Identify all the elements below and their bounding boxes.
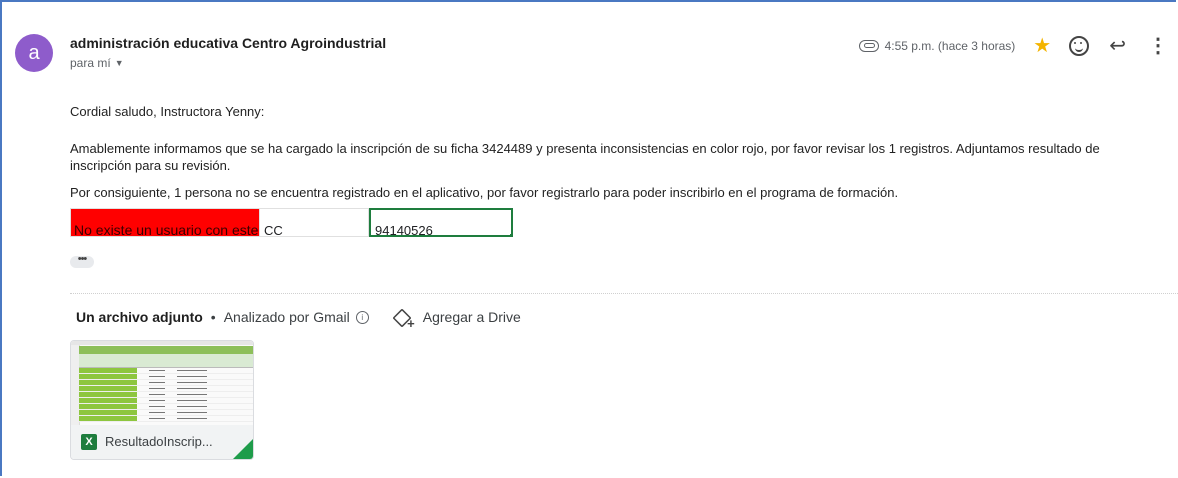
error-table: No existe un usuario con este CC 9414052… [70,208,513,238]
add-to-drive-button[interactable]: Agregar a Drive [391,307,521,331]
attachment-icon [858,40,879,52]
attachments-count: Un archivo adjunto [76,309,203,325]
message-meta: 4:55 p.m. (hace 3 horas) ★ ↩ ⋮ [858,36,1178,56]
table-cell-doc-type: CC [260,208,369,237]
sender-name: administración educativa Centro Agroindu… [70,35,387,51]
table-cell-doc-number: 94140526 [369,208,513,237]
add-to-drive-label: Agregar a Drive [422,309,521,325]
more-options-icon[interactable]: ⋮ [1148,36,1168,56]
star-icon[interactable]: ★ [1033,36,1051,56]
greeting-text: Cordial saludo, Instructora Yenny: [70,104,265,119]
emoji-reaction-icon[interactable] [1069,36,1090,56]
excel-file-icon: X [81,434,97,450]
attachment-card[interactable]: X ResultadoInscrip... [70,340,254,460]
sender-avatar[interactable]: a [15,34,53,72]
body-paragraph-2: Por consiguiente, 1 persona no se encuen… [70,185,899,200]
separator-dot: • [210,309,216,325]
info-icon[interactable]: i [355,310,369,324]
scanned-label: Analizado por Gmail [223,309,350,325]
recipient-label: para mí [70,56,111,70]
timestamp: 4:55 p.m. (hace 3 horas) [884,39,1016,53]
reply-icon[interactable]: ↩ [1109,36,1126,56]
show-trimmed-content-button[interactable]: ••• [70,254,94,268]
body-paragraph-1: Amablemente informamos que se ha cargado… [70,141,1100,173]
chevron-down-icon[interactable]: ▼ [115,58,124,68]
attachment-thumbnail [71,341,253,425]
attachment-filename: ResultadoInscrip... [105,434,213,449]
attachments-header: Un archivo adjunto • Analizado por Gmail… [76,307,521,331]
sheet-corner-icon [233,439,253,459]
drive-add-icon [391,307,415,331]
table-cell-error: No existe un usuario con este [70,208,260,237]
attachments-divider [70,293,1178,294]
recipient-toggle[interactable]: para mí ▼ [70,56,124,70]
